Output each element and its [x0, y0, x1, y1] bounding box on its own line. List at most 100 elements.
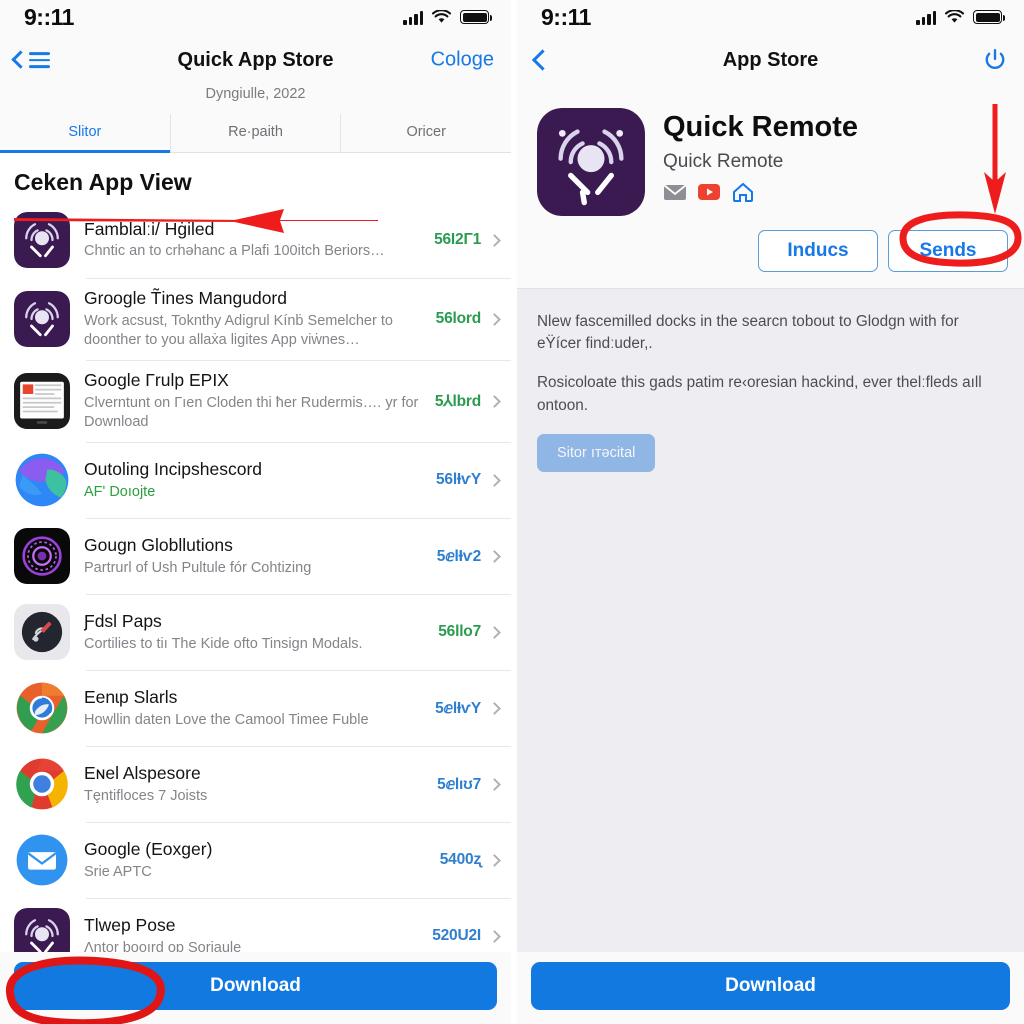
app-description: Work acsust, Toknthy Adigrul Kínḃ Semelc… [84, 312, 393, 348]
mail-badge-icon [663, 184, 687, 200]
download-button[interactable]: Download [14, 962, 497, 1010]
app-list: Famblalːi/ Hġiled Chntic an to crhəhanc … [0, 202, 511, 974]
left-phone-panel: 9::11 Quick App Store Cologe Dyngiulle, … [0, 0, 511, 1024]
list-item-end: 56llo7 [438, 623, 501, 641]
quick-remote-icon [537, 108, 645, 216]
app-title: Famblalːi/ Hġiled [84, 218, 215, 239]
list-item[interactable]: Groogle T̃ines Mangudord Work acsust, To… [0, 278, 511, 360]
list-item-end: 520U2I [432, 927, 501, 945]
back-menu-button[interactable] [11, 50, 50, 70]
nav-right-action[interactable]: Cologe [431, 49, 494, 72]
list-item-text: Google (Eoxger) Srie APTC [84, 839, 440, 882]
chevron-right-icon[interactable] [488, 312, 501, 326]
app-value: 5ⅇlıʊ7 [437, 775, 481, 793]
right-phone-panel: 9::11 App Store Quick Remote Quick Remot… [517, 0, 1024, 1024]
chevron-right-icon[interactable] [488, 549, 501, 563]
secondary-action-button[interactable]: Sitor ıтəсital [537, 433, 656, 472]
chrome-icon [14, 756, 70, 812]
app-description: Chntic an to crhəhanc a Plafi 100itch Be… [84, 243, 385, 260]
chevron-right-icon[interactable] [488, 473, 501, 487]
list-item[interactable]: Ƒdsl Paps Cortilies to tiı The Kide ofto… [0, 594, 511, 670]
list-item-text: Eenɩp Slarls Howllin daten Love the Camo… [84, 687, 435, 730]
tab-slitor[interactable]: Slitor [0, 114, 170, 153]
app-value: 56lƗѵY [435, 471, 481, 489]
list-item-text: Groogle T̃ines Mangudord Work acsust, To… [84, 288, 436, 350]
inducs-button[interactable]: Inducs [758, 230, 878, 272]
list-item[interactable]: Eenɩp Slarls Howllin daten Love the Camo… [0, 670, 511, 746]
chevron-right-icon[interactable] [488, 233, 501, 247]
status-time: 9::11 [541, 3, 591, 30]
chevron-right-icon[interactable] [488, 929, 501, 943]
battery-icon [973, 10, 1005, 24]
power-icon[interactable] [982, 47, 1008, 73]
battery-icon [460, 10, 492, 24]
app-description: AFʹ Doıojte [84, 483, 156, 500]
app-detail-body: Nlew fascemilled docks in the searcn tob… [517, 288, 1024, 1024]
app-title: Gougn Globllutions [84, 534, 233, 555]
app-value: 5400ʐ [439, 851, 481, 869]
list-item-end: 56lord [436, 310, 501, 328]
right-nav-bar: App Store [517, 34, 1024, 86]
chevron-right-icon[interactable] [488, 777, 501, 791]
detail-paragraph: Rosicoloate this gads patim re‹oresian h… [537, 374, 982, 414]
list-item[interactable]: Google Γrulp EPIX Clverntunt on Γıen Clo… [0, 360, 511, 442]
sends-button[interactable]: Sends [888, 230, 1008, 272]
chevron-right-icon[interactable] [488, 625, 501, 639]
list-item-text: Gougn Globllutions Partrurl of Ush Pultu… [84, 535, 437, 578]
app-description: Howllin daten Love the Camool Timee Fubl… [84, 711, 369, 728]
app-title: Eenɩp Slarls [84, 686, 178, 707]
list-item-end: 5⅄lbrd [434, 392, 501, 411]
left-download-bar: Download [0, 952, 511, 1024]
app-badge-row [663, 182, 858, 202]
app-title: Google (Eoxger) [84, 838, 213, 859]
list-item-text: Outoling Incipshescord AFʹ Doıojte [84, 459, 436, 502]
app-title: Google Γrulp EPIX [84, 370, 229, 391]
outlook-globe-icon [14, 452, 70, 508]
list-item-text: Google Γrulp EPIX Clverntunt on Γıen Clo… [84, 370, 435, 432]
mail-icon [14, 832, 70, 888]
app-value: 5ⅇlƗѵY [435, 699, 481, 717]
status-icon-group [916, 10, 1005, 25]
list-item[interactable]: Gougn Globllutions Partrurl of Ush Pultu… [0, 518, 511, 594]
chevron-left-icon[interactable] [531, 49, 554, 71]
hamburger-menu-icon [29, 52, 50, 68]
app-description: Clverntunt on Γıen Cloden thi ħer Ruderm… [84, 395, 419, 431]
list-item[interactable]: Famblalːi/ Hġiled Chntic an to crhəhanc … [0, 202, 511, 278]
wifi-icon [432, 10, 451, 23]
app-value: 5⅄lbrd [434, 392, 481, 410]
status-time: 9::11 [24, 3, 74, 30]
app-title: Outoling Incipshescord [84, 458, 263, 479]
nav-subtitle: Dyngiulle, 2022 [0, 86, 511, 114]
tablet-news-icon [14, 373, 70, 430]
app-title: Eɴel Alspesore [84, 762, 201, 783]
app-description: Srie APTC [84, 863, 152, 880]
page-title: Quick App Store [177, 48, 334, 71]
list-item[interactable]: Eɴel Alspesore Tȩntifloces 7 Joists 5ⅇlı… [0, 746, 511, 822]
app-title: Тlwep Pose [84, 914, 176, 935]
app-hero-text: Quick Remote Quick Remote [663, 108, 858, 202]
chevron-right-icon[interactable] [488, 701, 501, 715]
list-item[interactable]: Google (Eoxger) Srie APTC 5400ʐ [0, 822, 511, 898]
app-name: Quick Remote [663, 111, 858, 143]
left-nav-bar: Quick App Store Cologe [0, 34, 511, 86]
download-button[interactable]: Download [531, 962, 1010, 1010]
tab-repaith[interactable]: Re·paith [169, 114, 341, 152]
app-value: 56I2Γ1 [434, 231, 481, 248]
app-description: Cortilies to tiı The Kide ofto Tinsign M… [84, 635, 363, 652]
section-heading: Ceken App View [14, 169, 192, 195]
list-item-text: Famblalːi/ Hġiled Chntic an to crhəhanc … [84, 219, 434, 262]
app-developer: Quick Remote [663, 150, 784, 172]
chevron-right-icon[interactable] [488, 394, 501, 408]
tab-oricer[interactable]: Oricer [340, 114, 511, 152]
right-download-bar: Download [517, 952, 1024, 1024]
app-title: Groogle T̃ines Mangudord [84, 288, 287, 308]
app-action-row: Inducs Sends [517, 216, 1024, 288]
list-item-end: 56lƗѵY [435, 471, 501, 489]
youtube-badge-icon [698, 183, 720, 200]
left-status-bar: 9::11 [0, 0, 511, 34]
list-item[interactable]: Outoling Incipshescord AFʹ Doıojte 56lƗѵ… [0, 442, 511, 518]
signal-bars-icon [916, 10, 936, 25]
chrome-blue-icon [14, 680, 70, 736]
chevron-right-icon[interactable] [488, 853, 501, 867]
quick-remote-icon [14, 291, 70, 348]
